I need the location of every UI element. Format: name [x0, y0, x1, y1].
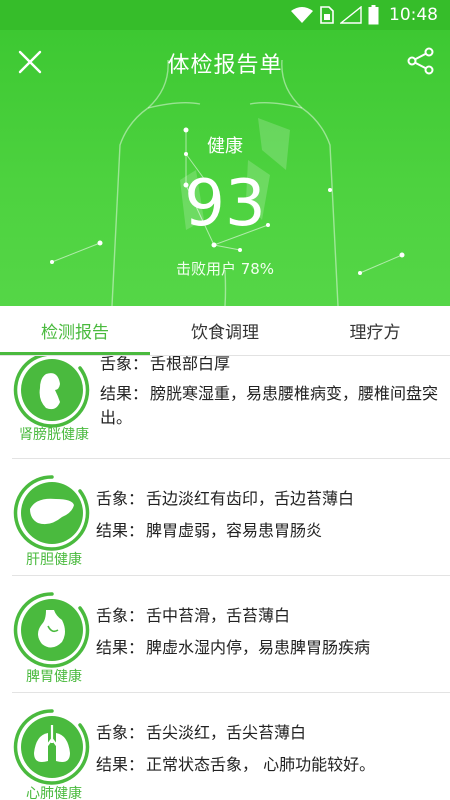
organ-badge: 肾膀胱健康 [12, 356, 92, 450]
lungs-icon [13, 709, 90, 785]
tongue-line: 舌象： 舌中苔滑，舌苔薄白 [96, 606, 291, 625]
organ-badge: 心肺健康 [12, 707, 92, 800]
tab-therapy[interactable]: 理疗方 [300, 306, 450, 355]
share-button[interactable] [406, 46, 436, 76]
tongue-text: 舌中苔滑，舌苔薄白 [146, 606, 291, 625]
tongue-text: 舌尖淡红，舌尖苔薄白 [146, 723, 307, 742]
beat-users-text: 击败用户 78% [175, 260, 275, 278]
report-header: 体检报告单 健康 93 击败用户 78% [0, 30, 450, 306]
list-item[interactable]: 脾胃健康 舌象： 舌中苔滑，舌苔薄白 结果： 脾虚水湿内停，易患脾胃肠疾病 [12, 576, 450, 693]
status-icons: 10:48 [290, 4, 438, 26]
badge-label: 脾胃健康 [26, 669, 82, 685]
status-time: 10:48 [389, 5, 438, 25]
sim-card-icon [320, 6, 334, 24]
result-line: 结果： 正常状态舌象， 心肺功能较好。 [96, 755, 376, 774]
kidney-icon [13, 356, 90, 428]
organ-badge: 脾胃健康 [12, 590, 92, 690]
tongue-text: 舌边淡红有齿印，舌边苔薄白 [146, 489, 355, 508]
badge-label: 肝胆健康 [26, 552, 82, 568]
tongue-text: 舌根部白厚 [150, 356, 231, 373]
status-bar: 10:48 [0, 0, 450, 30]
result-line: 结果： 膀胱寒湿重，易患腰椎病变，腰椎间盘突出。 [100, 384, 439, 427]
report-list: 肾膀胱健康 舌象： 舌根部白厚 结果： 膀胱寒湿重，易患腰椎病变，腰椎间盘突出。 肝… [0, 356, 450, 800]
result-text: 膀胱寒湿重，易患腰椎病变，腰椎间盘突出。 [100, 384, 439, 427]
tab-bar: 检测报告 饮食调理 理疗方 [0, 306, 450, 356]
tongue-line: 舌象： 舌尖淡红，舌尖苔薄白 [96, 723, 307, 742]
share-icon [407, 47, 434, 75]
battery-icon [368, 5, 379, 25]
badge-label: 肾膀胱健康 [19, 427, 89, 443]
signal-icon [340, 6, 362, 24]
score-label: 健康 [207, 136, 243, 157]
organ-badge: 肝胆健康 [12, 473, 92, 573]
badge-label: 心肺健康 [26, 786, 82, 800]
list-item[interactable]: 肝胆健康 舌象： 舌边淡红有齿印，舌边苔薄白 结果： 脾胃虚弱，容易患胃肠炎 [12, 459, 450, 576]
list-item[interactable]: 心肺健康 舌象： 舌尖淡红，舌尖苔薄白 结果： 正常状态舌象， 心肺功能较好。 [12, 693, 450, 800]
tab-diet[interactable]: 饮食调理 [150, 306, 300, 355]
result-text: 正常状态舌象， 心肺功能较好。 [146, 755, 376, 774]
stomach-icon [13, 592, 90, 668]
result-text: 脾虚水湿内停，易患脾胃肠疾病 [146, 638, 371, 657]
tab-report[interactable]: 检测报告 [0, 306, 150, 355]
result-line: 结果： 脾虚水湿内停，易患脾胃肠疾病 [96, 638, 371, 657]
list-item[interactable]: 肾膀胱健康 舌象： 舌根部白厚 结果： 膀胱寒湿重，易患腰椎病变，腰椎间盘突出。 [12, 356, 450, 459]
active-tab-indicator [0, 352, 150, 355]
page-title: 体检报告单 [167, 53, 283, 78]
health-score: 93 [184, 167, 266, 241]
result-text: 脾胃虚弱，容易患胃肠炎 [146, 521, 323, 540]
liver-icon [13, 475, 90, 551]
tongue-line: 舌象： 舌边淡红有齿印，舌边苔薄白 [96, 489, 355, 508]
result-line: 结果： 脾胃虚弱，容易患胃肠炎 [96, 521, 323, 540]
wifi-icon [291, 7, 313, 23]
tongue-line: 舌象： 舌根部白厚 [100, 356, 231, 373]
